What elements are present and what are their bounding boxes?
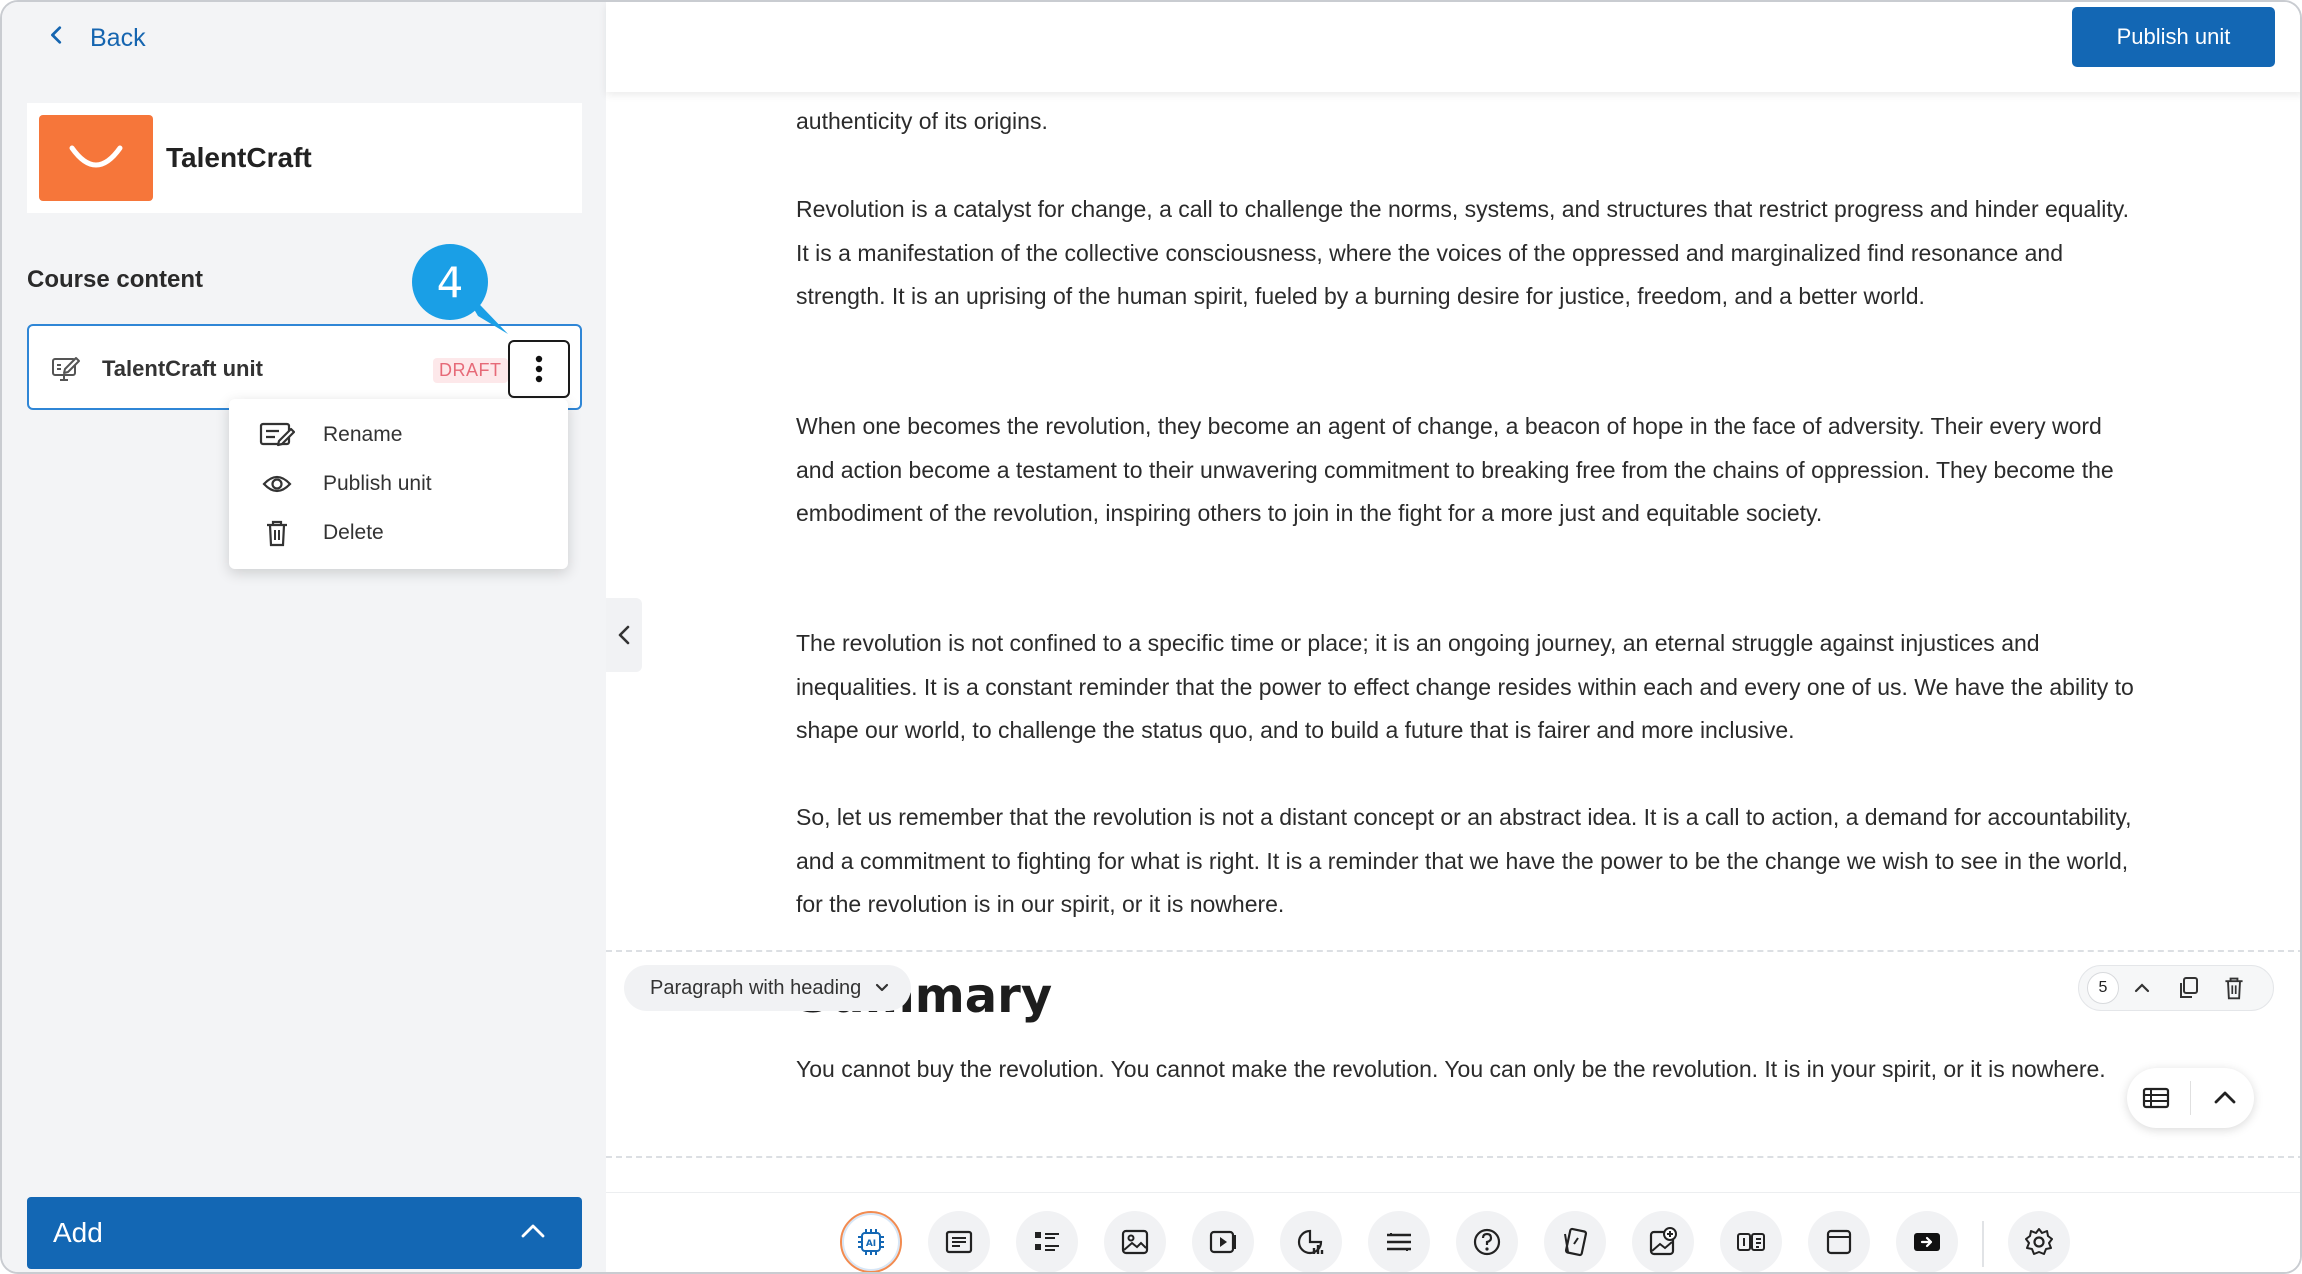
block-type-label: Paragraph with heading: [650, 976, 862, 999]
brand-logo: [39, 115, 153, 201]
unit-edit-icon: [51, 355, 81, 383]
trash-icon: [259, 518, 295, 548]
menu-item-rename[interactable]: Rename: [259, 415, 549, 455]
chevron-up-icon: [520, 1223, 546, 1244]
back-label: Back: [90, 23, 146, 52]
move-up-button[interactable]: [2119, 968, 2165, 1008]
chevron-up-icon: [2134, 983, 2150, 993]
flashcard-tool[interactable]: [1544, 1211, 1606, 1272]
frame-tool[interactable]: [1808, 1211, 1870, 1272]
text-block-icon: [945, 1230, 973, 1254]
block-boundary: [606, 950, 2300, 952]
add-label: Add: [53, 1217, 103, 1248]
toolbar-separator: [1982, 1221, 1984, 1267]
summary-paragraph: You cannot buy the revolution. You canno…: [796, 1056, 2106, 1082]
brand-name: TalentCraft: [166, 142, 312, 173]
paragraph: When one becomes the revolution, they be…: [796, 413, 2114, 527]
compare-icon: [1737, 1233, 1765, 1251]
divider-block-icon: [1387, 1233, 1411, 1251]
divider-tool[interactable]: [1368, 1211, 1430, 1272]
collapse-sidebar-button[interactable]: [606, 598, 642, 672]
paragraph: authenticity of its origins.: [796, 108, 1048, 134]
flashcard-icon: [1564, 1227, 1588, 1257]
unit-title: TalentCraft unit: [102, 356, 263, 381]
copy-icon: [2180, 977, 2198, 998]
menu-item-label: Delete: [323, 521, 384, 544]
chevron-up-icon: [2214, 1091, 2236, 1104]
top-bar: Publish unit: [606, 2, 2300, 92]
outline-button[interactable]: [2132, 1074, 2180, 1122]
image-tool[interactable]: [1104, 1211, 1166, 1272]
list-icon: [1035, 1232, 1059, 1251]
block-toolbar: 5: [2078, 965, 2274, 1011]
chevron-left-icon: [618, 625, 630, 645]
step-callout: 4: [410, 242, 508, 334]
sidebar: Back TalentCraft Course content TalentCr…: [2, 2, 606, 1272]
block-boundary: [606, 1156, 2300, 1158]
step-number: 4: [436, 257, 464, 307]
editor-main: authenticity of its origins. Revolution …: [606, 2, 2300, 1272]
paragraph: The revolution is not confined to a spec…: [796, 630, 2134, 744]
svg-text:AI: AI: [866, 1239, 876, 1249]
embed-icon: [1914, 1233, 1940, 1251]
floating-toolbar: [2127, 1068, 2254, 1128]
scroll-top-button[interactable]: [2201, 1074, 2249, 1122]
settings-icon: [2025, 1228, 2053, 1255]
menu-item-publish-unit[interactable]: Publish unit: [259, 464, 549, 504]
question-tool[interactable]: [1456, 1211, 1518, 1272]
chevron-down-icon: [876, 983, 889, 992]
video-tool[interactable]: [1192, 1211, 1254, 1272]
image-add-icon: [1649, 1227, 1677, 1256]
image-icon: [1121, 1229, 1149, 1255]
rename-icon: [259, 420, 295, 450]
chart-icon: [1297, 1229, 1324, 1255]
status-badge: DRAFT: [433, 358, 508, 383]
table-list-icon: [2142, 1087, 2170, 1109]
chevron-left-icon: [46, 24, 68, 53]
kebab-menu-icon: [535, 355, 543, 383]
publish-unit-button[interactable]: Publish unit: [2072, 7, 2275, 67]
block-insert-toolbar: AI: [606, 1192, 2300, 1272]
chart-tool[interactable]: [1280, 1211, 1342, 1272]
frame-icon: [1826, 1229, 1852, 1255]
eye-icon: [259, 469, 295, 499]
app-window: Back TalentCraft Course content TalentCr…: [0, 0, 2302, 1274]
settings-button[interactable]: [2008, 1211, 2070, 1272]
menu-item-label: Publish unit: [323, 472, 432, 495]
paragraph: So, let us remember that the revolution …: [796, 804, 2132, 918]
paragraph: Revolution is a catalyst for change, a c…: [796, 196, 2129, 310]
ai-tool-button[interactable]: AI: [840, 1211, 902, 1272]
brand-card: TalentCraft: [27, 103, 582, 213]
menu-item-label: Rename: [323, 423, 403, 446]
toolbar-divider: [2190, 1081, 2191, 1115]
block-type-dropdown[interactable]: Paragraph with heading: [624, 965, 912, 1011]
list-tool[interactable]: [1016, 1211, 1078, 1272]
duplicate-button[interactable]: [2165, 968, 2211, 1008]
image-add-tool[interactable]: [1632, 1211, 1694, 1272]
embed-tool[interactable]: [1896, 1211, 1958, 1272]
trash-icon: [2225, 977, 2243, 1000]
unit-context-menu: Rename Publish unit Delete: [229, 399, 568, 569]
text-block-tool[interactable]: [928, 1211, 990, 1272]
course-content-heading: Course content: [27, 266, 204, 293]
delete-block-button[interactable]: [2211, 968, 2257, 1008]
block-index-badge: 5: [2087, 972, 2119, 1004]
compare-tool[interactable]: [1720, 1211, 1782, 1272]
menu-item-delete[interactable]: Delete: [259, 513, 549, 553]
ai-icon: AI: [858, 1229, 884, 1255]
question-icon: [1473, 1228, 1501, 1256]
video-icon: [1209, 1230, 1236, 1254]
add-button[interactable]: Add: [27, 1197, 582, 1269]
unit-more-options-button[interactable]: [508, 340, 570, 398]
back-link[interactable]: Back: [46, 18, 146, 58]
